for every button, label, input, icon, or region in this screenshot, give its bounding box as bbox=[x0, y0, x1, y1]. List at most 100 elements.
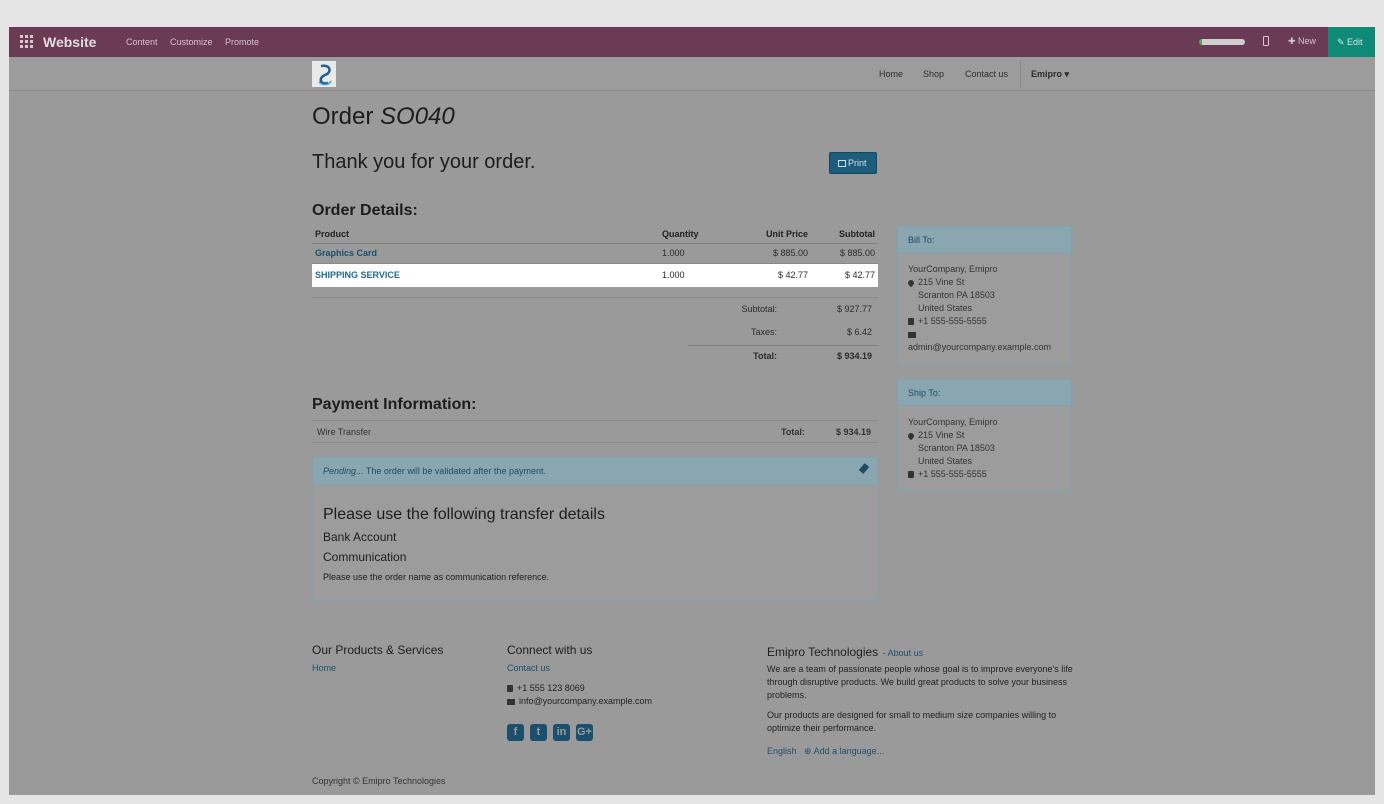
communication-label: Communication bbox=[323, 550, 407, 564]
footer-about-link[interactable]: - About us bbox=[883, 648, 924, 658]
footer-home-link[interactable]: Home bbox=[312, 663, 336, 673]
line-quantity: 1.000 bbox=[659, 263, 721, 287]
app-brand[interactable]: Website bbox=[43, 34, 96, 50]
menu-customize[interactable]: Customize bbox=[170, 37, 213, 47]
ship-to-name: YourCompany, Emipro bbox=[908, 417, 998, 427]
thank-you-message: Thank you for your order. bbox=[312, 151, 536, 173]
envelope-icon bbox=[507, 699, 515, 705]
map-marker-icon bbox=[906, 278, 916, 288]
payment-total-label: Total: bbox=[781, 427, 805, 437]
bill-to-panel: Bill To: YourCompany, Emipro 215 Vine St… bbox=[897, 226, 1072, 365]
user-menu[interactable]: Emipro ▾ bbox=[1031, 69, 1069, 80]
nav-divider bbox=[1020, 60, 1021, 88]
ship-to-phone: +1 555-555-5555 bbox=[918, 469, 987, 479]
nav-home[interactable]: Home bbox=[879, 69, 903, 79]
line-unit-price: $ 42.77 bbox=[721, 263, 811, 287]
facebook-icon[interactable]: f bbox=[507, 724, 524, 741]
footer-email-address: info@yourcompany.example.com bbox=[519, 696, 653, 706]
line-quantity: 1.000 bbox=[659, 243, 721, 264]
bill-to-phone: +1 555-555-5555 bbox=[918, 316, 987, 326]
product-link[interactable]: SHIPPING SERVICE bbox=[315, 270, 400, 280]
bill-to-heading: Bill To: bbox=[898, 227, 1071, 253]
order-title-prefix: Order bbox=[312, 103, 374, 130]
footer-products-heading: Our Products & Services bbox=[312, 643, 444, 657]
ship-to-heading: Ship To: bbox=[898, 380, 1071, 406]
line-unit-price: $ 885.00 bbox=[721, 243, 811, 264]
subtotal-value: $ 927.77 bbox=[836, 304, 872, 314]
order-lines-table: Product Quantity Unit Price Subtotal Gra… bbox=[312, 225, 878, 287]
status-pending: Pending... bbox=[323, 466, 364, 476]
menu-promote[interactable]: Promote bbox=[225, 37, 259, 47]
print-icon bbox=[838, 160, 846, 167]
nav-shop[interactable]: Shop bbox=[923, 69, 944, 79]
phone-icon bbox=[908, 318, 914, 325]
edit-label: Edit bbox=[1347, 37, 1363, 47]
bill-to-street: 215 Vine St bbox=[918, 277, 965, 287]
footer-phone-number: +1 555 123 8069 bbox=[517, 683, 585, 693]
payment-row: Wire Transfer Total: $ 934.19 bbox=[312, 421, 878, 443]
browser-viewport: Website Content Customize Promote ✚ New … bbox=[9, 27, 1375, 795]
total-divider bbox=[688, 345, 878, 346]
footer-contact-link[interactable]: Contact us bbox=[507, 663, 550, 673]
alert-header: Pending... The order will be validated a… bbox=[313, 458, 877, 485]
new-label: New bbox=[1298, 36, 1317, 46]
google-plus-icon[interactable]: G+ bbox=[576, 724, 593, 741]
footer-about-p1: We are a team of passionate people whose… bbox=[767, 664, 1073, 700]
transfer-title: Please use the following transfer detail… bbox=[323, 506, 605, 523]
envelope-icon bbox=[908, 332, 916, 338]
status-text: The order will be validated after the pa… bbox=[363, 466, 546, 476]
language-english[interactable]: English bbox=[767, 746, 797, 756]
menu-content[interactable]: Content bbox=[126, 37, 158, 47]
col-quantity: Quantity bbox=[659, 225, 721, 244]
total-value: $ 934.19 bbox=[836, 351, 872, 361]
twitter-icon[interactable]: t bbox=[530, 724, 547, 741]
payment-info-heading: Payment Information: bbox=[312, 396, 477, 413]
phone-icon bbox=[507, 685, 513, 692]
product-link[interactable]: Graphics Card bbox=[315, 248, 377, 258]
col-product: Product bbox=[312, 225, 659, 244]
publish-status-toggle[interactable] bbox=[1199, 39, 1245, 45]
col-subtotal: Subtotal bbox=[811, 225, 878, 244]
ship-to-country: United States bbox=[918, 456, 973, 466]
website-navbar: Home Shop Contact us Emipro ▾ bbox=[9, 57, 1375, 91]
taxes-value: $ 6.42 bbox=[846, 327, 872, 337]
mobile-preview-icon[interactable] bbox=[1263, 36, 1269, 46]
footer-about-p2: Our products are designed for small to m… bbox=[767, 710, 1057, 733]
line-subtotal: $ 42.77 bbox=[811, 263, 878, 287]
bank-account-label: Bank Account bbox=[323, 530, 397, 544]
bill-to-country: United States bbox=[918, 303, 973, 313]
payment-status-alert: Pending... The order will be validated a… bbox=[312, 457, 878, 601]
linkedin-icon[interactable]: in bbox=[553, 724, 570, 741]
order-reference: SO040 bbox=[380, 103, 455, 130]
add-language-link[interactable]: Add a language... bbox=[814, 746, 885, 756]
payment-method: Wire Transfer bbox=[317, 427, 372, 437]
social-links: f t in G+ bbox=[507, 724, 593, 741]
footer-company-heading-row: Emipro Technologies - About us bbox=[767, 643, 923, 661]
plus-circle-icon: ⊕ bbox=[804, 746, 812, 756]
bill-to-email: admin@yourcompany.example.com bbox=[908, 342, 1052, 352]
caret-down-icon: ▾ bbox=[1064, 69, 1070, 79]
ship-to-city: Scranton PA 18503 bbox=[918, 443, 995, 453]
table-row: Graphics Card 1.000 $ 885.00 $ 885.00 bbox=[312, 243, 878, 264]
taxes-label: Taxes: bbox=[750, 327, 777, 337]
ship-to-street: 215 Vine St bbox=[918, 430, 965, 440]
totals-divider bbox=[312, 297, 878, 298]
footer-company-heading: Emipro Technologies bbox=[767, 645, 879, 659]
footer-connect-heading: Connect with us bbox=[507, 643, 593, 657]
user-name: Emipro bbox=[1031, 69, 1063, 79]
new-button[interactable]: ✚ New bbox=[1288, 36, 1316, 47]
apps-grid-icon[interactable] bbox=[20, 35, 33, 48]
map-marker-icon bbox=[906, 431, 916, 441]
footer-email: info@yourcompany.example.com bbox=[507, 695, 652, 708]
company-logo[interactable] bbox=[311, 60, 337, 88]
payment-total-value: $ 934.19 bbox=[836, 427, 872, 437]
order-details-heading: Order Details: bbox=[312, 202, 418, 219]
pencil-icon[interactable] bbox=[858, 463, 870, 474]
print-label: Print bbox=[848, 158, 867, 168]
bill-to-name: YourCompany, Emipro bbox=[908, 264, 998, 274]
line-subtotal: $ 885.00 bbox=[811, 243, 878, 264]
edit-button[interactable]: ✎ Edit bbox=[1328, 27, 1375, 57]
print-button[interactable]: Print bbox=[829, 152, 877, 174]
ship-to-panel: Ship To: YourCompany, Emipro 215 Vine St… bbox=[897, 379, 1072, 492]
nav-contact-us[interactable]: Contact us bbox=[965, 69, 1008, 79]
